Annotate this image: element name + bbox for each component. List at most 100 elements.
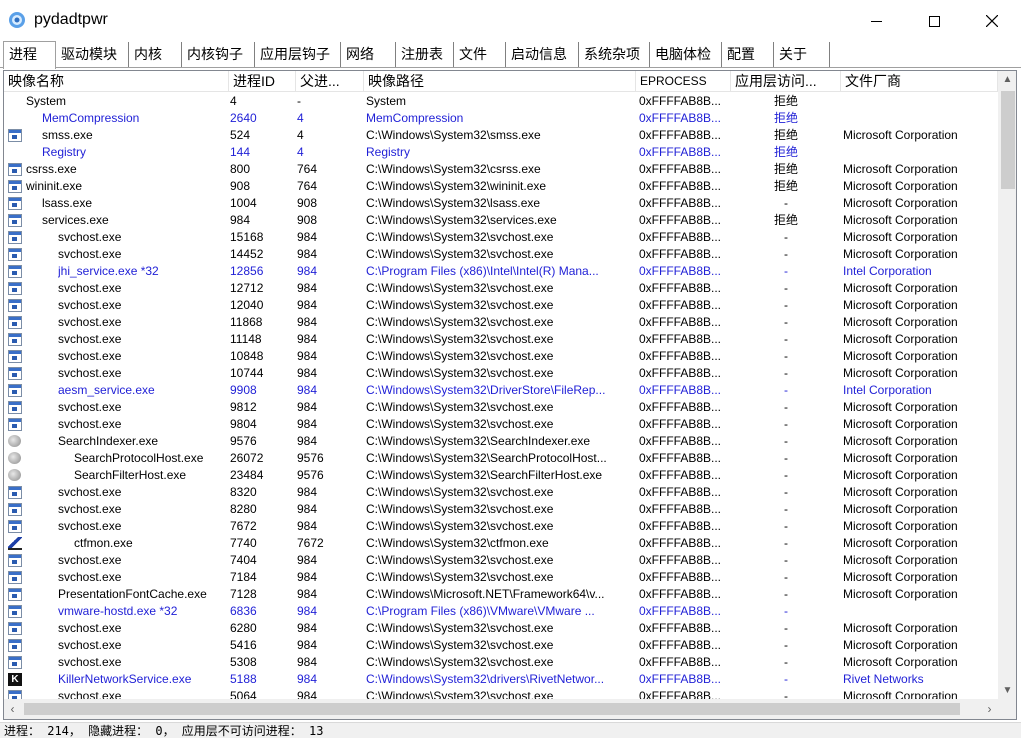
scroll-left-icon[interactable]: ‹	[4, 699, 21, 719]
tab-config[interactable]: 配置	[722, 42, 774, 67]
file-vendor: Microsoft Corporation	[843, 689, 958, 699]
horizontal-scroll-thumb[interactable]	[24, 703, 960, 715]
horizontal-scrollbar[interactable]: ‹ ›	[4, 699, 998, 719]
window-app-icon	[8, 265, 22, 278]
table-row[interactable]: svchost.exe 7672 984 C:\Windows\System32\sv…	[4, 518, 998, 535]
app-access-status: 拒绝	[773, 213, 798, 227]
file-vendor: Microsoft Corporation	[843, 128, 958, 142]
table-row[interactable]: jhi_service.exe *32 12856 984 C:\Program Fi…	[4, 263, 998, 280]
tab-kernel-hooks[interactable]: 内核钩子	[182, 42, 255, 67]
table-row[interactable]: svchost.exe 6280 984 C:\Windows\System32\sv…	[4, 620, 998, 637]
column-header-vendor[interactable]: 文件厂商	[841, 71, 998, 92]
vertical-scroll-thumb[interactable]	[1001, 91, 1015, 189]
table-row[interactable]: svchost.exe 9812 984 C:\Windows\System32\sv…	[4, 399, 998, 416]
table-row[interactable]: vmware-hostd.exe *32 6836 984 C:\Program Fi…	[4, 603, 998, 620]
column-header-ppid[interactable]: 父进...	[296, 71, 364, 92]
column-header-access[interactable]: 应用层访问...	[731, 71, 841, 92]
table-row[interactable]: svchost.exe 11868 984 C:\Windows\System32\s…	[4, 314, 998, 331]
parent-process-id: 4	[297, 111, 304, 125]
scroll-right-icon[interactable]: ›	[981, 699, 998, 719]
process-name: System	[26, 94, 67, 108]
process-name: ctfmon.exe	[74, 536, 133, 550]
tab-driver-modules[interactable]: 驱动模块	[56, 42, 129, 67]
table-row[interactable]: svchost.exe 12040 984 C:\Windows\System32\s…	[4, 297, 998, 314]
table-row[interactable]: wininit.exe 908 764 C:\Windows\System32\win…	[4, 178, 998, 195]
scroll-up-icon[interactable]: ▲	[998, 71, 1016, 88]
table-row[interactable]: smss.exe 524 4 C:\Windows\System32\smss.exe…	[4, 127, 998, 144]
image-path: C:\Windows\System32\drivers\RivetNetwor.…	[366, 672, 605, 686]
column-header-pid[interactable]: 进程ID	[229, 71, 296, 92]
table-row[interactable]: svchost.exe 7404 984 C:\Windows\System32\sv…	[4, 552, 998, 569]
process-name: svchost.exe	[58, 315, 122, 329]
app-access-status: -	[784, 315, 788, 329]
image-path: Registry	[366, 145, 411, 159]
column-header-name[interactable]: 映像名称	[4, 71, 229, 92]
process-id: 11148	[230, 332, 262, 346]
table-row[interactable]: aesm_service.exe 9908 984 C:\Windows\System…	[4, 382, 998, 399]
table-row[interactable]: ctfmon.exe 7740 7672 C:\Windows\System32\ct…	[4, 535, 998, 552]
vertical-scrollbar[interactable]: ▲ ▼	[998, 71, 1016, 699]
table-row[interactable]: svchost.exe 8320 984 C:\Windows\System32\sv…	[4, 484, 998, 501]
table-row[interactable]: svchost.exe 7184 984 C:\Windows\System32\sv…	[4, 569, 998, 586]
table-row[interactable]: services.exe 984 908 C:\Windows\System32\se…	[4, 212, 998, 229]
process-id: 2640	[230, 111, 257, 125]
tab-checkup[interactable]: 电脑体检	[650, 42, 722, 67]
minimize-button[interactable]	[847, 0, 905, 42]
table-row[interactable]: System 4 - System 0xFFFFAB8B... 拒绝	[4, 93, 998, 110]
table-row[interactable]: svchost.exe 10848 984 C:\Windows\System32\s…	[4, 348, 998, 365]
table-row[interactable]: svchost.exe 12712 984 C:\Windows\System32\s…	[4, 280, 998, 297]
close-button[interactable]	[963, 0, 1021, 42]
maximize-button[interactable]	[905, 0, 963, 42]
tab-network[interactable]: 网络	[341, 42, 396, 67]
tab-registry[interactable]: 注册表	[396, 42, 454, 67]
table-row[interactable]: svchost.exe 8280 984 C:\Windows\System32\sv…	[4, 501, 998, 518]
scroll-down-icon[interactable]: ▼	[998, 682, 1016, 699]
column-header-eprocess[interactable]: EPROCESS	[636, 71, 731, 92]
table-row[interactable]: csrss.exe 800 764 C:\Windows\System32\csrss…	[4, 161, 998, 178]
table-row[interactable]: SearchFilterHost.exe 23484 9576 C:\Windows\…	[4, 467, 998, 484]
table-row[interactable]: svchost.exe 14452 984 C:\Windows\System32\s…	[4, 246, 998, 263]
table-row[interactable]: svchost.exe 5416 984 C:\Windows\System32\sv…	[4, 637, 998, 654]
table-row[interactable]: K KillerNetworkService.exe 5188 984 C:\Windo…	[4, 671, 998, 688]
tab-files[interactable]: 文件	[454, 42, 506, 67]
file-vendor: Microsoft Corporation	[843, 638, 958, 652]
table-row[interactable]: PresentationFontCache.exe 7128 984 C:\Windo…	[4, 586, 998, 603]
parent-process-id: 984	[297, 247, 318, 261]
tab-startup[interactable]: 启动信息	[506, 42, 579, 67]
process-id: 8320	[230, 485, 257, 499]
status-bar: 进程： 214， 隐藏进程： 0， 应用层不可访问进程： 13	[0, 722, 1021, 738]
table-row[interactable]: svchost.exe 10744 984 C:\Windows\System32\s…	[4, 365, 998, 382]
parent-process-id: 984	[297, 366, 318, 380]
app-access-status: -	[784, 638, 788, 652]
table-row[interactable]: Registry 144 4 Registry 0xFFFFAB8B... 拒绝	[4, 144, 998, 161]
table-row[interactable]: svchost.exe 5308 984 C:\Windows\System32\sv…	[4, 654, 998, 671]
image-path: C:\Windows\System32\svchost.exe	[366, 298, 554, 312]
table-row[interactable]: svchost.exe 15168 984 C:\Windows\System32\s…	[4, 229, 998, 246]
table-row[interactable]: SearchProtocolHost.exe 26072 9576 C:\Window…	[4, 450, 998, 467]
window-app-icon	[8, 690, 22, 699]
image-path: C:\Windows\System32\svchost.exe	[366, 230, 554, 244]
window-app-icon	[8, 316, 22, 329]
eprocess-address: 0xFFFFAB8B...	[639, 298, 722, 312]
tab-system-misc[interactable]: 系统杂项	[579, 42, 650, 67]
file-vendor: Microsoft Corporation	[843, 451, 958, 465]
app-access-status: -	[784, 298, 788, 312]
process-name: svchost.exe	[58, 281, 122, 295]
table-row[interactable]: lsass.exe 1004 908 C:\Windows\System32\lsas…	[4, 195, 998, 212]
parent-process-id: 908	[297, 196, 318, 210]
process-id: 15168	[230, 230, 264, 244]
table-row[interactable]: svchost.exe 5064 984 C:\Windows\System32\sv…	[4, 688, 998, 699]
table-row[interactable]: svchost.exe 9804 984 C:\Windows\System32\sv…	[4, 416, 998, 433]
tab-kernel[interactable]: 内核	[129, 42, 182, 67]
tab-app-hooks[interactable]: 应用层钩子	[255, 42, 341, 67]
table-row[interactable]: SearchIndexer.exe 9576 984 C:\Windows\Syste…	[4, 433, 998, 450]
app-access-status: -	[784, 281, 788, 295]
table-row[interactable]: svchost.exe 11148 984 C:\Windows\System32\s…	[4, 331, 998, 348]
tab-about[interactable]: 关于	[774, 42, 830, 67]
parent-process-id: 984	[297, 553, 318, 567]
image-path: C:\Windows\System32\lsass.exe	[366, 196, 541, 210]
tab-processes[interactable]: 进程	[3, 41, 56, 69]
eprocess-address: 0xFFFFAB8B...	[639, 366, 722, 380]
column-header-path[interactable]: 映像路径	[364, 71, 636, 92]
table-row[interactable]: MemCompression 2640 4 MemCompression 0xFFFFA…	[4, 110, 998, 127]
